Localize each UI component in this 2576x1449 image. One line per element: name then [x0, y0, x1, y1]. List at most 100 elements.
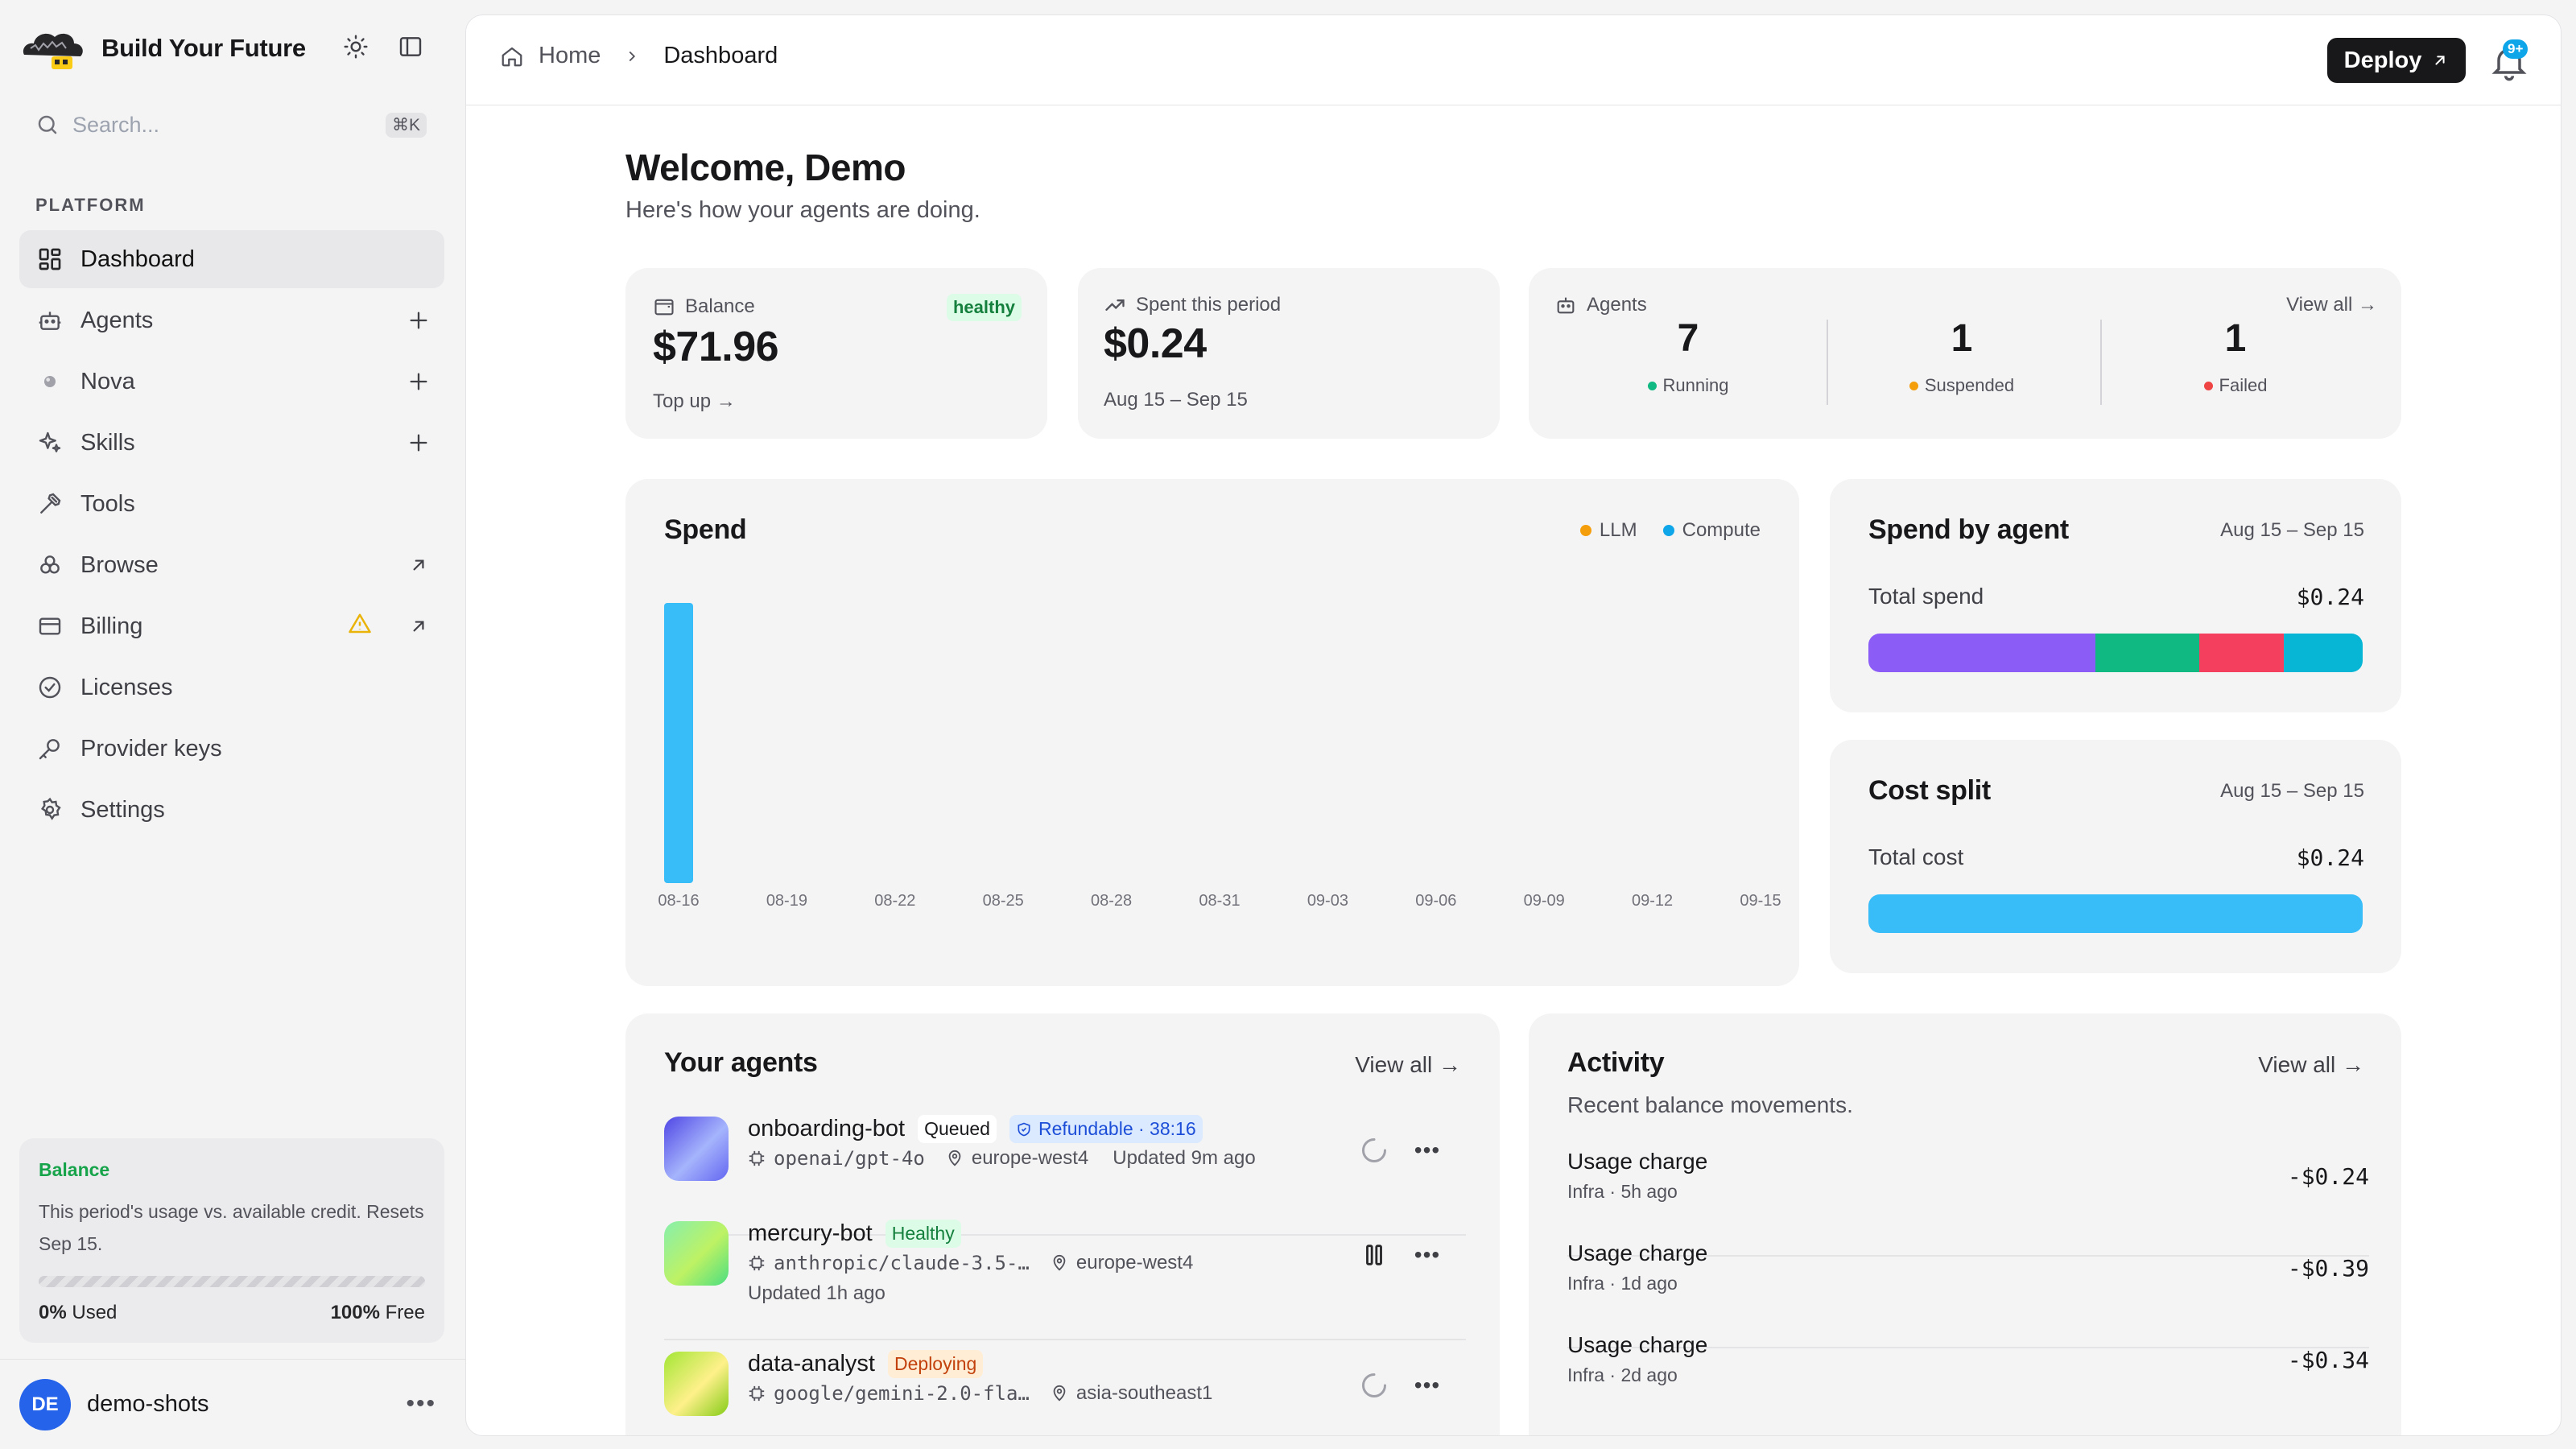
total-cost-value: $0.24: [2296, 844, 2364, 871]
card-title: Cost split: [1868, 775, 1991, 806]
more-options-icon[interactable]: •••: [406, 1390, 436, 1418]
card-title: Spend by agent: [1868, 514, 2069, 545]
spent-card: Spent this period $0.24 Aug 15 – Sep 15: [1078, 268, 1500, 439]
credit-card-icon: [35, 612, 64, 641]
sidebar-item-settings[interactable]: Settings: [19, 781, 444, 839]
search-shortcut-badge: ⌘K: [385, 112, 427, 138]
spent-label: Spent this period: [1104, 294, 1281, 316]
spend-bar-chart: 08-16 08-19 08-22 08-25 08-28 08-31 09-03 09-06…: [658, 603, 1781, 910]
agents-view-all-link[interactable]: View all →: [1355, 1052, 1461, 1078]
map-pin-icon: [1051, 1254, 1068, 1272]
boxes-icon: [35, 551, 64, 580]
spend-segment-2[interactable]: [2095, 634, 2200, 672]
balance-card-title: Balance: [39, 1159, 110, 1180]
add-nova-plus-icon[interactable]: [402, 365, 435, 398]
activity-amount: -$0.39: [2287, 1255, 2369, 1282]
running-stat: 7 Running: [1559, 316, 1817, 396]
theme-toggle-sun-icon[interactable]: [340, 31, 372, 63]
activity-title: Usage charge: [1567, 1241, 1708, 1265]
activity-meta: Infra · 1d ago: [1567, 1273, 1678, 1294]
sidebar-item-tools[interactable]: Tools: [19, 475, 444, 533]
main-panel: Home Dashboard Deploy 9+ Welcome, Demo H…: [465, 14, 2562, 1436]
home-icon[interactable]: [500, 44, 524, 68]
card-subtitle: Recent balance movements.: [1567, 1092, 1853, 1117]
add-skill-plus-icon[interactable]: [402, 427, 435, 459]
agents-view-all-link[interactable]: View all →: [2286, 294, 2377, 316]
add-agent-plus-icon[interactable]: [402, 304, 435, 336]
cost-split-card: Cost split Aug 15 – Sep 15 Total cost $0…: [1830, 740, 2401, 973]
sidebar-item-label: Licenses: [80, 674, 173, 700]
dashboard-icon: [35, 245, 64, 274]
sidebar-item-label: Dashboard: [80, 246, 195, 272]
spend-segment-1[interactable]: [1868, 634, 2096, 672]
x-tick-label: 08-22: [874, 892, 915, 910]
balance-value: $71.96: [653, 324, 779, 370]
arrow-up-right-icon: [2431, 52, 2449, 69]
activity-view-all-link[interactable]: View all →: [2258, 1052, 2364, 1078]
sidebar-item-billing[interactable]: Billing: [19, 597, 444, 655]
cpu-icon: [748, 1254, 766, 1272]
section-label-platform: PLATFORM: [35, 195, 146, 215]
list-item[interactable]: data-analyst Deploying google/gemini-2.0…: [664, 1332, 1466, 1435]
agent-more-options-icon[interactable]: •••: [1410, 1237, 1445, 1273]
sidebar-item-nova[interactable]: Nova: [19, 353, 444, 411]
sidebar-item-browse[interactable]: Browse: [19, 536, 444, 594]
agent-updated: Updated 1h ago: [748, 1282, 886, 1304]
spend-segment-3[interactable]: [2199, 634, 2284, 672]
notification-count-badge: 9+: [2503, 39, 2529, 59]
spend-segment-4[interactable]: [2283, 634, 2363, 672]
card-range: Aug 15 – Sep 15: [2220, 780, 2364, 802]
breadcrumb-current: Dashboard: [663, 43, 778, 68]
agent-avatar: [664, 1117, 729, 1181]
sidebar-toggle-icon[interactable]: [394, 31, 427, 63]
sidebar-item-label: Tools: [80, 490, 135, 517]
sidebar-item-dashboard[interactable]: Dashboard: [19, 230, 444, 288]
agent-region: europe-west4: [1075, 1252, 1194, 1274]
sidebar-item-skills[interactable]: Skills: [19, 414, 444, 472]
agent-updated: Updated 9m ago: [1113, 1147, 1256, 1169]
agent-more-options-icon[interactable]: •••: [1410, 1368, 1445, 1403]
agents-label: Agents: [1554, 294, 1647, 316]
agents-stats-card: Agents View all → 7 Running 1 Suspended …: [1529, 268, 2401, 439]
agent-name: mercury-bot: [748, 1220, 873, 1246]
external-link-arrow-icon[interactable]: [402, 549, 435, 581]
map-pin-icon: [1051, 1385, 1068, 1402]
agent-more-options-icon[interactable]: •••: [1410, 1133, 1445, 1168]
your-agents-card: Your agents View all → onboarding-bot Qu…: [625, 1013, 1500, 1435]
brand[interactable]: Build Your Future: [19, 23, 306, 74]
list-item[interactable]: Usage charge Infra · 5h ago -$0.24: [1567, 1134, 2369, 1223]
agent-region: asia-southeast1: [1075, 1382, 1213, 1404]
user-menu[interactable]: DE demo-shots •••: [0, 1359, 465, 1449]
page-title: Welcome, Demo: [625, 147, 906, 188]
loading-spinner-icon: [1356, 1133, 1392, 1168]
spend-chart-card: Spend LLM Compute 08-16 08-19 08-22 08-25 08…: [625, 479, 1799, 986]
search-input[interactable]: Search... ⌘K: [19, 105, 435, 145]
spend-by-agent-card: Spend by agent Aug 15 – Sep 15 Total spe…: [1830, 479, 2401, 712]
suspended-stat: 1 Suspended: [1833, 316, 2091, 396]
breadcrumb-home[interactable]: Home: [539, 43, 601, 69]
status-badge: Deploying: [888, 1350, 984, 1378]
top-up-link[interactable]: Top up →: [653, 390, 736, 413]
sidebar-item-label: Skills: [80, 429, 135, 456]
spent-value: $0.24: [1104, 320, 1207, 367]
bar-compute-08-16[interactable]: [664, 603, 693, 883]
pause-button[interactable]: [1356, 1237, 1392, 1273]
status-badge: healthy: [946, 294, 1022, 321]
breadcrumb: Home Dashboard: [500, 43, 778, 69]
user-name: demo-shots: [87, 1391, 209, 1417]
balance-card: Balance healthy $71.96 Top up →: [625, 268, 1047, 439]
map-pin-icon: [946, 1150, 964, 1167]
hammer-icon: [35, 489, 64, 518]
cpu-icon: [748, 1385, 766, 1402]
sidebar-item-agents[interactable]: Agents: [19, 291, 444, 349]
deploy-button[interactable]: Deploy: [2327, 38, 2466, 83]
total-spend-value: $0.24: [2296, 584, 2364, 610]
external-link-arrow-icon[interactable]: [402, 610, 435, 642]
list-item[interactable]: Usage charge Infra · 1d ago -$0.39: [1567, 1226, 2369, 1315]
trending-up-icon: [1104, 294, 1126, 316]
sidebar-item-licenses[interactable]: Licenses: [19, 658, 444, 716]
list-item[interactable]: mercury-bot Healthy anthropic/claude-3.5…: [664, 1202, 1466, 1332]
sidebar-item-provider-keys[interactable]: Provider keys: [19, 720, 444, 778]
sidebar-item-label: Billing: [80, 613, 143, 639]
list-item[interactable]: Usage charge Infra · 2d ago -$0.34: [1567, 1318, 2369, 1406]
